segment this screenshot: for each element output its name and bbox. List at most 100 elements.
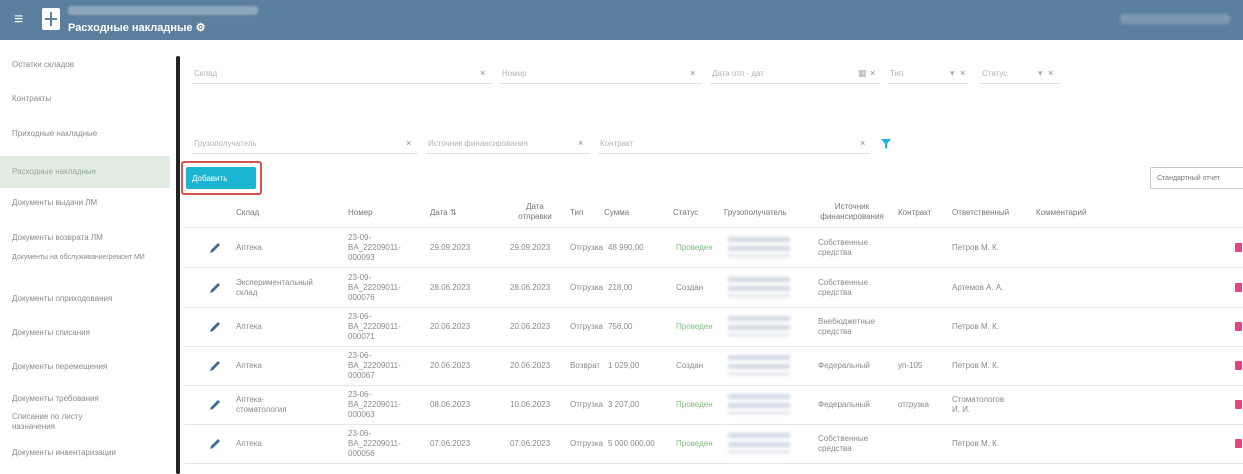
- cell-gruzopoluchatel-blurred: [728, 433, 790, 453]
- cell-istochnik: Собственные средства: [818, 433, 869, 453]
- cell-status: Проведен: [676, 438, 713, 448]
- column-header-otvetstvennyy[interactable]: Ответственный: [952, 208, 1009, 218]
- sidebar-item-oprikhodovaniya[interactable]: Документы оприходования: [0, 294, 170, 304]
- cell-data-otpravki: 07.06.2023: [510, 438, 551, 448]
- delete-trash-icon[interactable]: [1235, 283, 1242, 292]
- delete-trash-icon[interactable]: [1235, 400, 1242, 409]
- cell-tip: Отгрузка: [570, 242, 603, 252]
- sidebar-item-raskhodnye[interactable]: Расходные накладные: [0, 156, 170, 188]
- table-row[interactable]: [185, 228, 1243, 267]
- add-button[interactable]: Добавить: [186, 167, 256, 189]
- cell-gruzopoluchatel-blurred: [728, 277, 790, 297]
- column-header-summa[interactable]: Сумма: [604, 208, 629, 218]
- sidebar-item-label: Документы на обслуживание/ремонт МИ: [12, 254, 145, 261]
- cell-istochnik: Федеральный: [818, 360, 870, 370]
- edit-pencil-icon[interactable]: [208, 359, 222, 373]
- filter-nomer[interactable]: Номер ×: [500, 66, 702, 84]
- column-header-gruzopoluchatel[interactable]: Грузополучатель: [724, 208, 787, 218]
- column-header-nomer[interactable]: Номер: [348, 208, 373, 218]
- menu-icon[interactable]: ≡: [14, 12, 23, 28]
- sidebar-item-trebovaniya[interactable]: Документы требования: [0, 394, 170, 404]
- chevron-down-icon[interactable]: ▾: [1038, 68, 1043, 79]
- cell-otvetstvennyy: Петров М. К.: [952, 321, 999, 331]
- column-header-kontrakt[interactable]: Контракт: [898, 208, 931, 218]
- delete-trash-icon[interactable]: [1235, 322, 1242, 331]
- sidebar-item-obsluzhivanie[interactable]: Документы на обслуживание/ремонт МИ: [0, 253, 172, 262]
- column-header-data-label: Дата: [430, 208, 448, 217]
- sidebar-item-inventarizatsii[interactable]: Документы инвентаризации: [0, 448, 170, 458]
- table-row[interactable]: [185, 307, 1243, 346]
- cell-nomer: 23-06- BA_22209011- 000063: [348, 389, 401, 419]
- table-row[interactable]: [185, 268, 1243, 307]
- sidebar-item-label: Документы перемещения: [12, 362, 108, 371]
- filter-tip[interactable]: Тип ▾ ×: [888, 66, 968, 84]
- cell-summa: 756,00: [608, 321, 633, 331]
- column-header-data[interactable]: Дата ⇅: [430, 208, 457, 218]
- filter-sklad[interactable]: Склад ×: [192, 66, 492, 84]
- filter-status-placeholder: Статус: [982, 69, 1008, 78]
- filter-gruzopoluchatel-placeholder: Грузополучатель: [194, 139, 257, 148]
- calendar-icon[interactable]: ▦: [858, 68, 867, 79]
- cell-nomer: 23-06- BA_22209011- 000056: [348, 428, 401, 458]
- cell-nomer: 23-06- BA_22209011- 000071: [348, 311, 401, 341]
- cell-data-otpravki: 10.06.2023: [510, 399, 551, 409]
- sidebar-item-label: Расходные накладные: [12, 167, 97, 176]
- sidebar-scrollbar[interactable]: [176, 56, 180, 474]
- delete-trash-icon[interactable]: [1235, 439, 1242, 448]
- sidebar-item-vydachi[interactable]: Документы выдачи ЛМ: [0, 198, 170, 208]
- delete-trash-icon[interactable]: [1235, 243, 1242, 252]
- delete-trash-icon[interactable]: [1235, 361, 1242, 370]
- cell-sklad: Аптека: [236, 360, 262, 370]
- standard-report-button[interactable]: Стандартный отчет: [1150, 167, 1243, 189]
- clear-icon[interactable]: ×: [578, 138, 583, 148]
- table-row[interactable]: [185, 424, 1243, 463]
- filter-status[interactable]: Статус ▾ ×: [980, 66, 1060, 84]
- sidebar-item-spisaniya[interactable]: Документы списания: [0, 328, 170, 338]
- edit-pencil-icon[interactable]: [208, 437, 222, 451]
- filter-reset-icon[interactable]: [880, 138, 892, 150]
- settings-gear-icon[interactable]: ⚙: [196, 22, 206, 34]
- filter-sklad-placeholder: Склад: [194, 69, 218, 78]
- clear-icon[interactable]: ×: [870, 68, 875, 78]
- edit-pencil-icon[interactable]: [208, 320, 222, 334]
- cell-kontrakt: уп-105: [898, 360, 923, 370]
- filter-kontrakt[interactable]: Контракт ×: [598, 136, 870, 154]
- clear-icon[interactable]: ×: [1048, 68, 1053, 78]
- filter-istochnik[interactable]: Источник финансирования ×: [426, 136, 590, 154]
- cell-tip: Отгрузка: [570, 321, 603, 331]
- clear-icon[interactable]: ×: [406, 138, 411, 148]
- sidebar-item-label: Приходные накладные: [12, 129, 98, 138]
- clear-icon[interactable]: ×: [480, 68, 485, 78]
- cell-data: 08.06.2023: [430, 399, 471, 409]
- edit-pencil-icon[interactable]: [208, 281, 222, 295]
- column-header-status[interactable]: Статус: [673, 208, 698, 218]
- column-header-data-otpravki[interactable]: Дата отправки: [515, 202, 555, 222]
- edit-pencil-icon[interactable]: [208, 398, 222, 412]
- table-row[interactable]: [185, 385, 1243, 424]
- edit-pencil-icon[interactable]: [208, 241, 222, 255]
- sidebar-item-kontrakty[interactable]: Контракты: [0, 94, 170, 104]
- filter-gruzopoluchatel[interactable]: Грузополучатель ×: [192, 136, 418, 154]
- column-header-tip[interactable]: Тип: [570, 208, 583, 218]
- clear-icon[interactable]: ×: [690, 68, 695, 78]
- row-divider: [185, 463, 1243, 464]
- sidebar-item-spisanie-po-listu[interactable]: Списание по листу назначения: [0, 412, 120, 432]
- cell-summa: 1 029,00: [608, 360, 640, 370]
- sidebar-item-vozvrata[interactable]: Документы возврата ЛМ: [0, 233, 170, 243]
- chevron-down-icon[interactable]: ▾: [950, 68, 955, 79]
- user-name-blurred[interactable]: [1120, 14, 1230, 24]
- table-row[interactable]: [185, 346, 1243, 385]
- cell-status: Проведен: [676, 399, 713, 409]
- column-header-sklad[interactable]: Склад: [236, 208, 259, 218]
- column-header-istochnik[interactable]: Источник финансирования: [818, 202, 886, 222]
- clear-icon[interactable]: ×: [860, 138, 865, 148]
- filter-data[interactable]: Дата отп - дат ▦ ×: [710, 66, 880, 84]
- clear-icon[interactable]: ×: [960, 68, 965, 78]
- sidebar-item-ostatki[interactable]: Остатки складов: [0, 60, 170, 70]
- sort-icon[interactable]: ⇅: [450, 208, 457, 217]
- sidebar-item-prikhodnye[interactable]: Приходные накладные: [0, 129, 170, 139]
- cell-data: 20.06.2023: [430, 321, 471, 331]
- column-header-kommentariy[interactable]: Комментарий: [1036, 208, 1086, 218]
- cell-otvetstvennyy: Стоматологов И. И.: [952, 394, 1005, 414]
- sidebar-item-peremeshcheniya[interactable]: Документы перемещения: [0, 362, 170, 372]
